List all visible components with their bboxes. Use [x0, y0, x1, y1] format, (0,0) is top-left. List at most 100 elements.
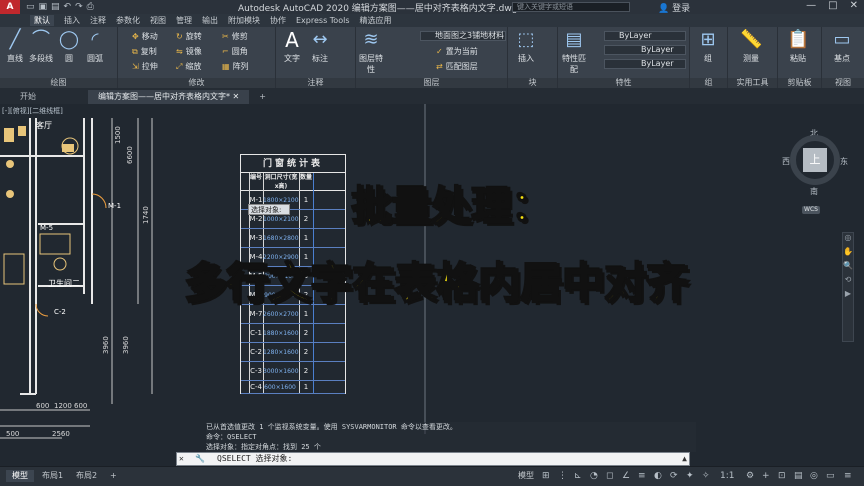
snap-icon[interactable]: ⋮: [558, 471, 567, 481]
tab-addins[interactable]: 附加模块: [228, 15, 260, 26]
add-layout-button[interactable]: +: [104, 470, 123, 482]
transparency-icon[interactable]: ◐: [654, 471, 662, 481]
layer-properties-button[interactable]: ≋ 图层特性: [358, 29, 384, 75]
full-navigation-wheel-icon[interactable]: ◎: [843, 233, 853, 247]
polar-icon[interactable]: ◔: [590, 471, 598, 481]
paste-button[interactable]: 📋 粘贴: [782, 29, 814, 64]
clipboard-panel-label[interactable]: 剪贴板: [778, 78, 821, 88]
insert-button[interactable]: ⬚ 插入: [512, 29, 540, 64]
properties-panel-label[interactable]: 特性: [558, 78, 689, 88]
linetype-dropdown[interactable]: ByLayer: [604, 45, 686, 55]
customization-menu-icon[interactable]: ≡: [844, 471, 852, 481]
close-command-icon[interactable]: ✕: [179, 453, 184, 465]
group-button[interactable]: ⊞ 组: [694, 29, 722, 64]
units-icon[interactable]: ⊡: [778, 471, 786, 481]
open-icon[interactable]: ▣: [39, 2, 48, 12]
new-tab-button[interactable]: +: [249, 90, 276, 104]
minimize-icon[interactable]: —: [806, 0, 816, 11]
tab-model[interactable]: 模型: [6, 470, 34, 482]
utilities-panel-label[interactable]: 实用工具: [728, 78, 777, 88]
tab-collaborate[interactable]: 协作: [270, 15, 286, 26]
drawing-tab[interactable]: 编辑方案图——居中对齐表格内文字* ✕: [88, 90, 250, 104]
login-button[interactable]: 👤 登录: [658, 1, 690, 14]
fillet-button[interactable]: ⌐ 圆角: [222, 46, 248, 57]
otrack-icon[interactable]: ∠: [622, 471, 630, 481]
grid-icon[interactable]: ⊞: [542, 471, 550, 481]
compass-east[interactable]: 东: [840, 156, 848, 167]
search-input[interactable]: 键入关键字或短语: [512, 2, 630, 12]
annotation-autoscale-icon[interactable]: ✧: [702, 471, 710, 481]
annotation-scale[interactable]: 1:1: [720, 471, 734, 481]
chevron-up-icon[interactable]: ▲: [682, 453, 687, 465]
line-button[interactable]: ╱ 直线: [2, 29, 28, 64]
table-row[interactable]: C-4 600×1600 1: [241, 381, 345, 394]
dimension-button[interactable]: ↔ 标注: [306, 29, 334, 64]
wrench-icon[interactable]: 🔧: [195, 453, 205, 465]
new-icon[interactable]: ▭: [26, 2, 35, 12]
osnap-icon[interactable]: ◻: [606, 471, 613, 481]
mirror-button[interactable]: ⇋ 镜像: [176, 46, 202, 57]
tab-annotate[interactable]: 注释: [90, 15, 106, 26]
lineweight-dropdown[interactable]: ByLayer: [604, 59, 686, 69]
rotate-button[interactable]: ↻ 旋转: [176, 31, 202, 42]
compass-west[interactable]: 西: [782, 156, 790, 167]
table-row[interactable]: C-3 3000×1600 2: [241, 362, 345, 381]
start-tab[interactable]: 开始: [10, 90, 46, 104]
polyline-button[interactable]: ⌒ 多段线: [26, 29, 56, 64]
groups-panel-label[interactable]: 组: [690, 78, 727, 88]
text-button[interactable]: A 文字: [278, 29, 306, 64]
move-button[interactable]: ✥ 移动: [132, 31, 158, 42]
match-layer-button[interactable]: ⇄ 匹配图层: [436, 61, 478, 72]
save-icon[interactable]: ▤: [51, 2, 60, 12]
plot-icon[interactable]: ⎙: [87, 2, 94, 12]
annotation-visibility-icon[interactable]: ✦: [686, 471, 694, 481]
color-dropdown[interactable]: ByLayer: [604, 31, 686, 41]
scale-button[interactable]: ⤢ 缩放: [176, 61, 201, 72]
close-icon[interactable]: ✕: [850, 0, 858, 11]
selection-cycling-icon[interactable]: ⟳: [670, 471, 678, 481]
plus-icon[interactable]: +: [762, 471, 770, 481]
viewcube-top-face[interactable]: 上: [803, 148, 827, 172]
make-current-button[interactable]: ✓ 置为当前: [436, 46, 478, 57]
tab-express-tools[interactable]: Express Tools: [296, 16, 350, 25]
tab-view[interactable]: 视图: [150, 15, 166, 26]
ortho-icon[interactable]: ⊾: [574, 471, 582, 481]
table-row[interactable]: C-1 1880×1600 2: [241, 324, 345, 343]
tab-parametric[interactable]: 参数化: [116, 15, 140, 26]
layer-dropdown[interactable]: 地面图之3铺地材料: [420, 31, 506, 41]
annotation-panel-label[interactable]: 注释: [276, 78, 355, 88]
base-button[interactable]: ▭ 基点: [826, 29, 858, 64]
lineweight-icon[interactable]: ≡: [638, 471, 646, 481]
match-properties-button[interactable]: ▤ 特性匹配: [560, 29, 588, 75]
command-line[interactable]: ✕ 🔧 QSELECT 选择对象: ▲: [176, 452, 690, 466]
viewport-controls[interactable]: [-][俯视][二维线框]: [2, 106, 63, 116]
copy-button[interactable]: ⧉ 复制: [132, 46, 157, 57]
view-panel-label[interactable]: 视图: [822, 78, 864, 88]
circle-button[interactable]: ◯ 圆: [56, 29, 82, 64]
model-space-button[interactable]: 模型: [512, 470, 540, 482]
modify-panel-label[interactable]: 修改: [118, 78, 275, 88]
measure-button[interactable]: 📏 测量: [736, 29, 766, 64]
command-prompt[interactable]: QSELECT 选择对象:: [217, 453, 292, 465]
arc-button[interactable]: ◜ 圆弧: [82, 29, 108, 64]
tab-insert[interactable]: 插入: [64, 15, 80, 26]
draw-panel-label[interactable]: 绘图: [0, 78, 117, 88]
maximize-icon[interactable]: □: [828, 0, 837, 11]
autocad-logo[interactable]: A: [0, 0, 20, 14]
tab-manage[interactable]: 管理: [176, 15, 192, 26]
workspace-gear-icon[interactable]: ⚙: [746, 471, 754, 481]
tab-output[interactable]: 输出: [202, 15, 218, 26]
layers-panel-label[interactable]: 图层: [356, 78, 507, 88]
close-tab-icon[interactable]: ✕: [233, 92, 240, 101]
trim-button[interactable]: ✂ 修剪: [222, 31, 248, 42]
array-button[interactable]: ▦ 阵列: [222, 61, 249, 72]
isolate-icon[interactable]: ◎: [810, 471, 818, 481]
tab-home[interactable]: 默认: [30, 15, 54, 26]
stretch-button[interactable]: ⇲ 拉伸: [132, 61, 158, 72]
redo-icon[interactable]: ↷: [75, 2, 83, 12]
quick-properties-icon[interactable]: ▤: [794, 471, 803, 481]
clean-screen-icon[interactable]: ▭: [826, 471, 835, 481]
tab-layout2[interactable]: 布局2: [70, 470, 103, 482]
block-panel-label[interactable]: 块: [508, 78, 557, 88]
tab-featured-apps[interactable]: 精选应用: [360, 15, 392, 26]
